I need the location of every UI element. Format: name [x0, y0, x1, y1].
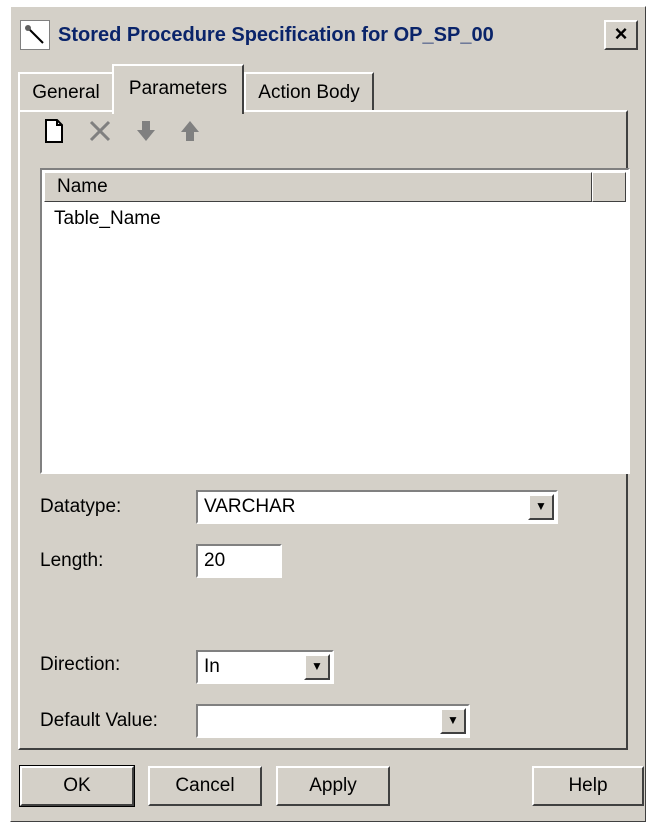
datatype-value: VARCHAR [204, 496, 296, 517]
help-button[interactable]: Help [532, 766, 644, 806]
tab-action-body[interactable]: Action Body [244, 72, 374, 112]
name-column-header[interactable]: Name [44, 172, 592, 202]
app-icon [20, 20, 50, 50]
list-item[interactable]: Table_Name [54, 208, 161, 230]
length-label: Length: [40, 550, 104, 571]
datatype-label: Datatype: [40, 496, 122, 517]
move-up-icon[interactable] [176, 118, 204, 148]
chevron-down-icon[interactable]: ▼ [528, 494, 554, 520]
window-title: Stored Procedure Specification for OP_SP… [58, 24, 494, 46]
cancel-button[interactable]: Cancel [148, 766, 262, 806]
close-button[interactable]: × [604, 20, 638, 50]
length-value: 20 [204, 550, 226, 571]
datatype-select[interactable]: VARCHAR ▼ [196, 490, 558, 524]
default-value-select[interactable]: ▼ [196, 704, 470, 738]
new-document-icon[interactable] [40, 118, 68, 148]
apply-button[interactable]: Apply [276, 766, 390, 806]
ok-button[interactable]: OK [19, 765, 135, 807]
tab-parameters[interactable]: Parameters [112, 64, 244, 114]
direction-select[interactable]: In ▼ [196, 650, 334, 684]
direction-value: In [204, 656, 220, 677]
tab-general[interactable]: General [18, 72, 114, 112]
column-header-filler [592, 172, 626, 202]
delete-icon[interactable] [86, 118, 114, 148]
move-down-icon[interactable] [132, 118, 160, 148]
chevron-down-icon[interactable]: ▼ [304, 654, 330, 680]
title-bar[interactable]: Stored Procedure Specification for OP_SP… [14, 10, 642, 62]
length-field[interactable]: 20 [196, 544, 282, 578]
chevron-down-icon[interactable]: ▼ [440, 708, 466, 734]
parameters-list[interactable]: Name Table_Name [40, 168, 630, 474]
direction-label: Direction: [40, 654, 121, 675]
default-value-label: Default Value: [40, 710, 158, 731]
